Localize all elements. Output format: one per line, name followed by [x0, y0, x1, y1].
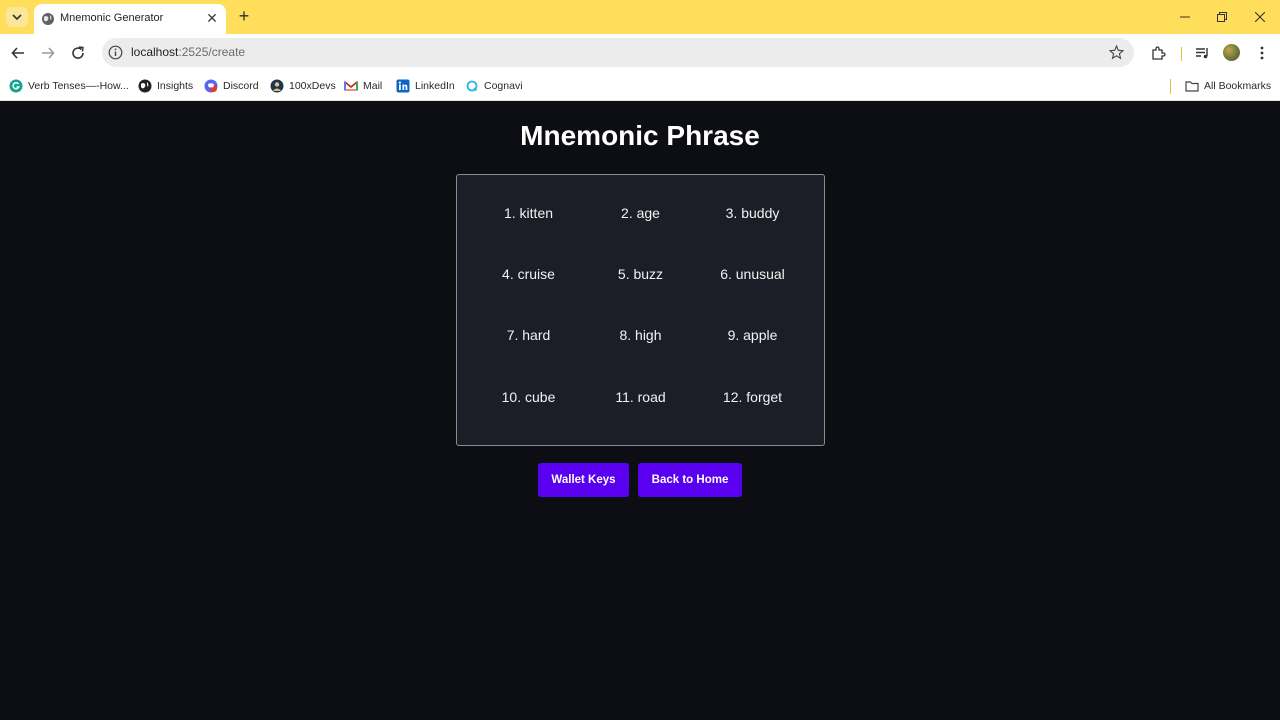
bookmark-linkedin[interactable]: LinkedIn [396, 78, 455, 94]
playlist-icon [1195, 47, 1208, 58]
url-path: :2525/create [178, 45, 246, 59]
arrow-left-icon [11, 47, 24, 59]
bookmark-cognavi[interactable]: Cognavi [465, 78, 523, 94]
active-tab[interactable]: Mnemonic Generator ✕ [34, 4, 226, 34]
bookmark-label: Cognavi [484, 80, 523, 92]
bookmark-verb-tenses[interactable]: Verb Tenses—-How... [9, 78, 129, 94]
close-icon [1255, 12, 1265, 22]
folder-icon [1185, 79, 1199, 93]
bookmark-discord[interactable]: Discord [204, 78, 259, 94]
back-button[interactable] [8, 43, 28, 63]
more-vertical-icon [1260, 46, 1264, 60]
extensions-button[interactable] [1150, 45, 1166, 61]
mnemonic-word: 4. cruise [502, 266, 555, 282]
100xdevs-icon [270, 79, 284, 93]
chevron-down-icon [12, 13, 22, 20]
bookmark-star-icon[interactable] [1109, 45, 1124, 60]
minimize-icon [1180, 16, 1190, 18]
mnemonic-word: 6. unusual [720, 266, 785, 282]
mnemonic-word: 2. age [621, 205, 660, 221]
bookmark-label: Mail [363, 80, 383, 92]
bookmark-100xdevs[interactable]: 100xDevs [270, 78, 336, 94]
bookmark-insights[interactable]: Insights [138, 78, 193, 94]
mnemonic-word: 8. high [619, 327, 662, 343]
tab-title: Mnemonic Generator [60, 12, 164, 24]
bookmarks-bar: Verb Tenses—-How... Insights Discord 100… [0, 72, 1280, 101]
page-content: Mnemonic Phrase 1. kitten 2. age 3. budd… [0, 101, 1280, 720]
browser-menu-button[interactable] [1254, 45, 1270, 61]
url-text[interactable]: localhost:2525/create [131, 45, 245, 59]
grammarly-icon [9, 79, 23, 93]
restore-icon [1217, 12, 1227, 22]
browser-toolbar: localhost:2525/create [0, 34, 1280, 72]
wallet-keys-button[interactable]: Wallet Keys [538, 463, 629, 497]
discord-icon [204, 79, 218, 93]
tab-strip: Mnemonic Generator ✕ + [0, 0, 1280, 34]
mnemonic-word: 10. cube [501, 389, 556, 405]
mnemonic-word: 9. apple [727, 327, 778, 343]
bookmark-label: 100xDevs [289, 80, 336, 92]
close-tab-icon[interactable]: ✕ [204, 10, 220, 26]
profile-avatar[interactable] [1223, 44, 1240, 61]
mnemonic-word: 7. hard [506, 327, 551, 343]
reload-icon [72, 46, 84, 59]
insights-icon [138, 79, 152, 93]
page-title: Mnemonic Phrase [520, 120, 760, 151]
bookmark-label: Verb Tenses—-How... [28, 80, 129, 92]
close-window-button[interactable] [1250, 8, 1270, 26]
mnemonic-word: 3. buddy [725, 205, 780, 221]
mnemonic-word: 11. road [615, 389, 666, 405]
forward-button[interactable] [38, 43, 58, 63]
tab-search-button[interactable] [6, 7, 28, 27]
url-host: localhost [131, 45, 179, 59]
linkedin-icon [396, 79, 410, 93]
puzzle-icon [1151, 45, 1166, 60]
bookmark-mail[interactable]: Mail [344, 78, 382, 94]
reload-button[interactable] [68, 43, 88, 63]
all-bookmarks-label: All Bookmarks [1204, 80, 1272, 92]
toolbar-divider [1181, 47, 1182, 61]
mnemonic-word: 1. kitten [503, 205, 554, 221]
mnemonic-word: 12. forget [722, 389, 783, 405]
media-controls-button[interactable] [1194, 45, 1210, 61]
address-bar[interactable]: localhost:2525/create [102, 38, 1134, 67]
bookmarks-divider [1170, 79, 1171, 94]
bookmark-label: Insights [157, 80, 194, 92]
arrow-right-icon [42, 47, 55, 59]
mnemonic-word: 5. buzz [617, 266, 664, 282]
back-to-home-button[interactable]: Back to Home [638, 463, 742, 497]
bookmark-label: LinkedIn [415, 80, 455, 92]
minimize-button[interactable] [1175, 8, 1195, 26]
globe-icon [42, 13, 54, 25]
new-tab-button[interactable]: + [234, 7, 254, 26]
mnemonic-grid: 1. kitten 2. age 3. buddy 4. cruise 5. b… [456, 174, 825, 446]
site-info-icon[interactable] [108, 45, 123, 60]
gmail-icon [344, 79, 358, 93]
restore-button[interactable] [1212, 8, 1232, 26]
all-bookmarks-button[interactable]: All Bookmarks [1185, 78, 1271, 94]
bookmark-label: Discord [223, 80, 259, 92]
cognavi-icon [465, 79, 479, 93]
